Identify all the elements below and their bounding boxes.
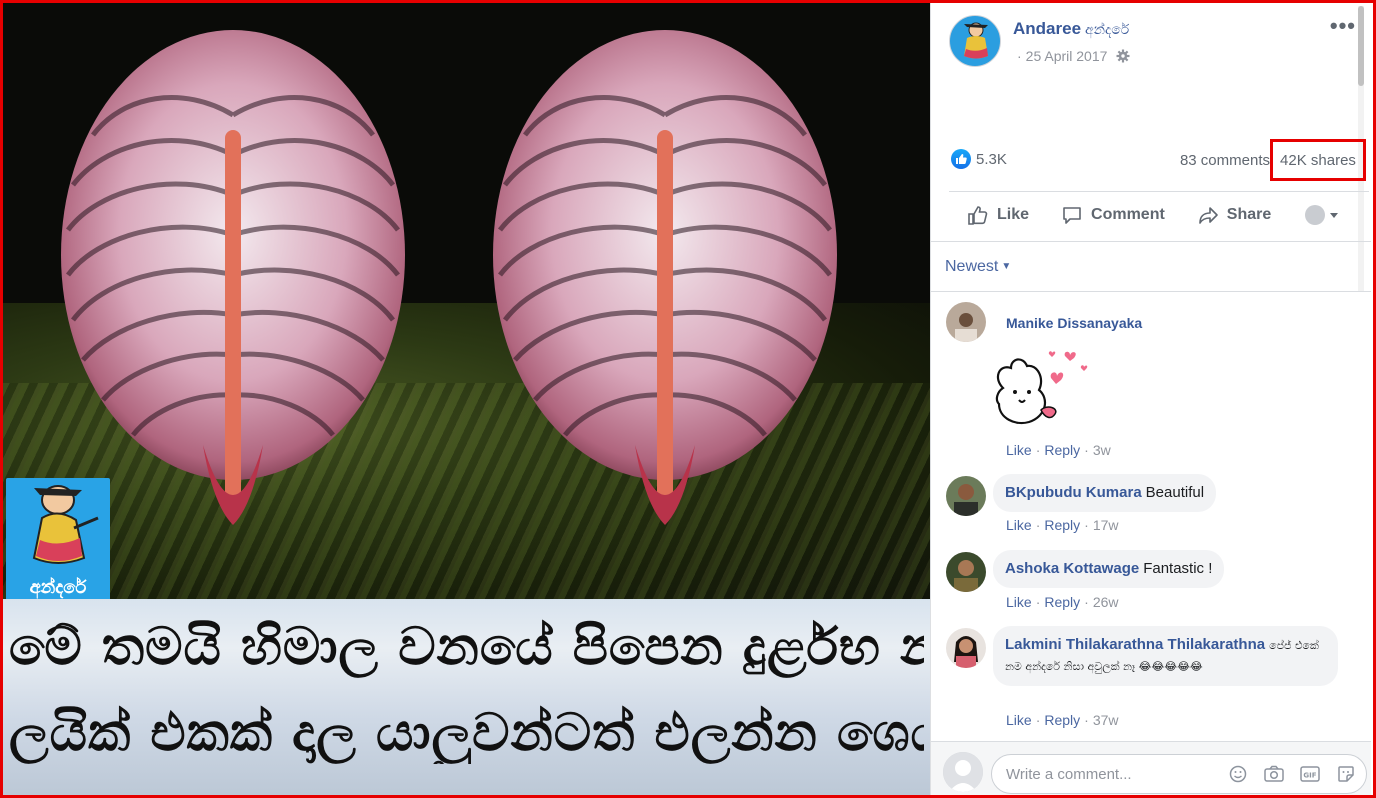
svg-text:GIF: GIF — [1303, 772, 1316, 780]
gear-icon[interactable] — [1116, 49, 1130, 63]
commenter-name[interactable]: Lakmini Thilakarathna Thilakarathna — [1005, 636, 1265, 653]
camera-icon[interactable] — [1263, 763, 1285, 785]
page-avatar[interactable] — [949, 15, 1001, 67]
like-count-text[interactable]: 5.3K — [976, 151, 1007, 168]
cartoon-character-icon — [32, 485, 99, 564]
post-side-panel: Andaree අන්දරේ · 25 April 2017 ••• 5.3K 83… — [930, 3, 1371, 798]
comment-like-link[interactable]: Like — [1006, 442, 1032, 458]
comments-list: Manike Dissanayaka Like · Reply · 3w BKpubud… — [931, 291, 1371, 741]
comment-sort-dropdown[interactable]: Newest ▼ — [945, 258, 1011, 276]
commenter-name[interactable]: Manike Dissanayaka — [1006, 315, 1142, 331]
page-logo-icon — [964, 22, 988, 59]
comments-count[interactable]: 83 comments — [1180, 152, 1270, 169]
comment-bubble-icon — [1063, 207, 1081, 224]
share-label: Share — [1226, 206, 1272, 223]
caret-down-icon — [1330, 213, 1339, 218]
comment-time[interactable]: 17w — [1093, 517, 1119, 533]
comment-like-link[interactable]: Like — [1006, 712, 1032, 728]
post-action-bar: Like Comment Share — [949, 193, 1369, 237]
caption-line-2: ලයික් එකක් දාල යාලුවන්ටත් එලන්න ශෙයා කරන… — [9, 703, 924, 763]
shares-count[interactable]: 42K shares — [1270, 139, 1366, 181]
page-name[interactable]: Andaree අන්දරේ — [1013, 19, 1129, 39]
post-date-row: · 25 April 2017 — [1013, 48, 1130, 64]
sticker-icon[interactable] — [1335, 763, 1357, 785]
share-button[interactable]: Share — [1181, 204, 1287, 226]
post-as-selector[interactable] — [1305, 205, 1339, 225]
comment-actions: Like · Reply · 37w — [1006, 712, 1119, 728]
page-name-en[interactable]: Andaree — [1013, 19, 1081, 38]
divider — [949, 191, 1369, 192]
post-photo[interactable]: අන්දරේ මේ තමයි හිමාල වනයේ පිපෙන දුර්ළභ න… — [3, 3, 930, 795]
reaction-count[interactable]: 5.3K — [951, 149, 1007, 169]
more-options-button[interactable]: ••• — [1330, 13, 1356, 39]
comment-reply-link[interactable]: Reply — [1044, 517, 1080, 533]
comment-actions: Like · Reply · 26w — [1006, 594, 1119, 610]
dot-separator: · — [1017, 48, 1022, 64]
commenter-name[interactable]: BKpubudu Kumara — [1005, 484, 1142, 501]
current-user-avatar[interactable] — [943, 752, 983, 792]
comment-like-link[interactable]: Like — [1006, 594, 1032, 610]
share-arrow-icon — [1198, 207, 1218, 224]
commenter-avatar[interactable] — [946, 628, 986, 668]
bunny-heart-sticker — [995, 351, 1088, 425]
comment-bubble: Lakmini Thilakarathna Thilakarathna පේජ් … — [993, 626, 1338, 686]
like-button[interactable]: Like — [949, 204, 1045, 226]
caption-line-1: මේ තමයි හිමාල වනයේ පිපෙන දුර්ළභ නාග රාජ … — [9, 617, 924, 677]
comment-bubble: BKpubudu Kumara Beautiful — [993, 474, 1217, 512]
comment-label: Comment — [1091, 206, 1165, 223]
commenter-name[interactable]: Ashoka Kottawage — [1005, 560, 1139, 577]
thumbs-up-icon — [968, 206, 988, 225]
logo-text: අන්දරේ — [29, 577, 87, 598]
sea-pen-flower-left — [61, 30, 405, 525]
sort-label: Newest — [945, 258, 999, 275]
page-name-si[interactable]: අන්දරේ — [1085, 22, 1129, 38]
emoji-icon[interactable] — [1227, 763, 1249, 785]
default-avatar-icon — [943, 752, 983, 792]
comment-text: Fantastic ! — [1143, 560, 1213, 577]
comment-time[interactable]: 26w — [1093, 594, 1119, 610]
viewer-avatar — [1305, 205, 1326, 225]
comment-reply-link[interactable]: Reply — [1044, 442, 1080, 458]
post-date[interactable]: 25 April 2017 — [1026, 48, 1108, 64]
comment-composer: Write a comment... GIF — [931, 741, 1371, 795]
andaree-logo-badge: අන්දරේ — [6, 478, 110, 602]
sea-pen-flower-right — [493, 30, 837, 525]
comment-time[interactable]: 37w — [1093, 712, 1119, 728]
comment-like-link[interactable]: Like — [1006, 517, 1032, 533]
comment-text: Beautiful — [1145, 484, 1205, 501]
comment-actions: Like · Reply · 17w — [1006, 517, 1119, 533]
caret-down-icon: ▼ — [1001, 261, 1012, 272]
divider — [931, 241, 1371, 242]
comment-bubble: Ashoka Kottawage Fantastic ! — [993, 550, 1225, 588]
comment-button[interactable]: Comment — [1045, 204, 1181, 226]
comment-actions: Like · Reply · 3w — [1006, 442, 1111, 458]
commenter-avatar[interactable] — [946, 552, 986, 592]
like-reaction-icon — [951, 149, 971, 169]
comment-time[interactable]: 3w — [1093, 442, 1111, 458]
comment-reply-link[interactable]: Reply — [1044, 712, 1080, 728]
commenter-avatar[interactable] — [946, 476, 986, 516]
comment-reply-link[interactable]: Reply — [1044, 594, 1080, 610]
scrollbar-thumb[interactable] — [1358, 6, 1364, 86]
commenter-avatar[interactable] — [946, 302, 986, 342]
gif-icon[interactable]: GIF — [1299, 763, 1321, 785]
like-label: Like — [997, 206, 1030, 223]
composer-icons: GIF — [1227, 754, 1357, 794]
